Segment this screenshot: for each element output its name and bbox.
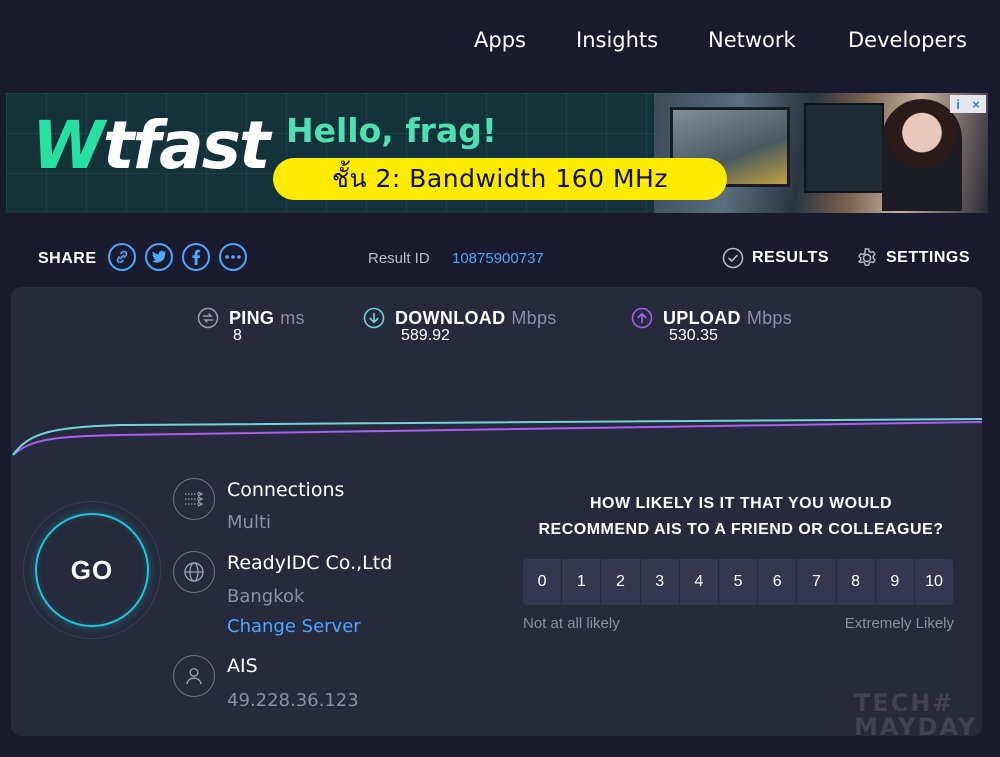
score-10[interactable]: 10 — [914, 559, 954, 605]
upload-speed-line — [12, 421, 982, 456]
nav-network[interactable]: Network — [708, 28, 796, 52]
nav-developers[interactable]: Developers — [848, 28, 967, 52]
ad-photo-monitor — [804, 103, 884, 193]
score-9[interactable]: 9 — [875, 559, 914, 605]
scale-high-label: Extremely Likely — [844, 615, 954, 632]
server-name: ReadyIDC Co.,Ltd — [227, 552, 393, 574]
settings-label: SETTINGS — [886, 249, 971, 266]
gear-icon — [858, 248, 876, 266]
result-id-label: Result ID — [368, 250, 430, 267]
results-panel: PING ms 8 DOWNLOAD Mbps 589.92 UPLOAD Mb… — [11, 287, 982, 736]
survey-question: HOW LIKELY IS IT THAT YOU WOULD RECOMMEN… — [538, 495, 944, 538]
scale-low-label: Not at all likely — [523, 615, 620, 632]
results-button[interactable]: RESULTS — [722, 244, 829, 272]
top-nav: Apps Insights Network Developers — [0, 0, 1000, 82]
score-6[interactable]: 6 — [758, 559, 797, 605]
isp-name: AIS — [227, 655, 258, 677]
ping-gauge-icon — [197, 307, 219, 329]
ad-photo-gamer — [882, 99, 962, 211]
check-circle-icon — [722, 247, 744, 269]
settings-button[interactable]: SETTINGS — [856, 244, 970, 272]
techmayday-watermark: TECH# MAYDAY — [854, 689, 978, 736]
upload-metric: UPLOAD Mbps — [631, 307, 792, 329]
download-arrow-icon — [363, 307, 385, 329]
more-options-icon[interactable] — [219, 243, 247, 271]
nav-apps[interactable]: Apps — [474, 28, 526, 52]
nav-insights[interactable]: Insights — [576, 28, 658, 52]
download-value: 589.92 — [401, 327, 450, 344]
download-metric: DOWNLOAD Mbps — [363, 307, 557, 329]
score-1[interactable]: 1 — [562, 559, 601, 605]
score-3[interactable]: 3 — [640, 559, 679, 605]
score-2[interactable]: 2 — [601, 559, 640, 605]
globe-icon — [173, 551, 215, 593]
overlay-caption-badge: ชั้น 2: Bandwidth 160 MHz — [273, 158, 727, 200]
results-label: RESULTS — [752, 249, 829, 266]
score-7[interactable]: 7 — [797, 559, 836, 605]
link-icon[interactable] — [108, 243, 136, 271]
upload-value: 530.35 — [669, 327, 718, 344]
ping-value: 8 — [233, 327, 242, 344]
ping-metric: PING ms — [197, 307, 305, 329]
download-unit: Mbps — [511, 307, 557, 328]
share-label: SHARE — [38, 250, 97, 267]
survey-scale: 0 1 2 3 4 5 6 7 8 9 10 — [523, 559, 954, 605]
upload-unit: Mbps — [746, 307, 793, 328]
go-button[interactable]: GO — [35, 513, 149, 627]
upload-arrow-icon — [631, 307, 653, 329]
download-label: DOWNLOAD — [395, 307, 506, 328]
connections-icon — [173, 478, 215, 520]
ad-logo: Wtfast — [32, 107, 270, 184]
speed-graph — [12, 418, 982, 456]
adchoices-icon[interactable]: i × — [950, 95, 986, 113]
facebook-icon[interactable] — [182, 243, 210, 271]
result-id-link[interactable]: 10875900737 — [452, 250, 544, 267]
change-server-link[interactable]: Change Server — [227, 616, 361, 637]
ad-tagline: Hello, frag! — [286, 111, 497, 150]
ip-address: 49.228.36.123 — [227, 690, 359, 711]
upload-label: UPLOAD — [663, 307, 741, 328]
score-5[interactable]: 5 — [718, 559, 758, 605]
connections-value[interactable]: Multi — [227, 512, 271, 533]
server-location: Bangkok — [227, 586, 305, 607]
share-bar: SHARE Result ID 10875900737 RESULTS SETT… — [0, 236, 1000, 280]
user-icon — [173, 655, 215, 697]
score-0[interactable]: 0 — [523, 559, 562, 605]
ping-unit: ms — [280, 307, 305, 328]
score-8[interactable]: 8 — [836, 559, 875, 605]
ping-label: PING — [229, 307, 275, 328]
score-4[interactable]: 4 — [679, 559, 718, 605]
connections-title: Connections — [227, 479, 345, 501]
twitter-icon[interactable] — [145, 243, 173, 271]
